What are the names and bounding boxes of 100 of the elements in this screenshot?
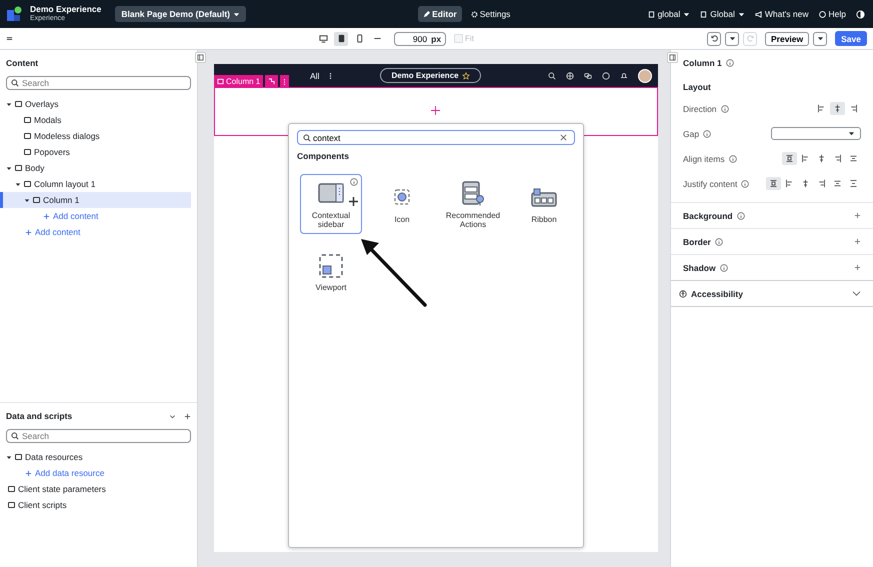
panel-title: Data and scripts [6, 411, 74, 421]
layout-icon [817, 104, 826, 113]
info-icon [350, 178, 358, 186]
plus-icon [25, 470, 32, 476]
panel-title: Content [6, 58, 40, 68]
fit-label: Fit [465, 34, 474, 43]
close-icon[interactable] [560, 134, 567, 141]
bell-icon[interactable] [620, 72, 628, 80]
component-icon [24, 149, 31, 155]
section-heading: Layout [682, 81, 712, 94]
move-cursor-icon [349, 197, 358, 206]
component-icon [15, 101, 22, 107]
pencil-icon [423, 10, 430, 18]
layout-icon [801, 154, 810, 163]
info-icon [703, 130, 712, 138]
caret-icon [24, 196, 30, 204]
direction-option[interactable] [830, 102, 845, 115]
globe-icon[interactable] [566, 72, 574, 80]
history-dropdown[interactable] [725, 32, 739, 46]
caret-icon [738, 10, 745, 18]
menu-icon[interactable] [6, 35, 13, 42]
component-icon [8, 486, 15, 492]
tree-item[interactable]: Add content [0, 224, 191, 240]
alignment-option[interactable] [782, 152, 797, 165]
scope-dropdown[interactable]: Global [700, 9, 745, 19]
plus-icon [43, 212, 50, 220]
tree-item[interactable]: Modeless dialogs [0, 128, 191, 144]
column-icon [217, 78, 224, 85]
caret-icon [848, 130, 855, 137]
desktop-icon [318, 34, 328, 43]
preview-button[interactable]: Preview [765, 32, 810, 46]
tree-item[interactable]: Add data resource [0, 465, 191, 481]
info-icon [728, 154, 737, 162]
caret-icon [6, 164, 12, 172]
search-icon[interactable] [548, 72, 556, 80]
plus-icon[interactable] [854, 212, 861, 219]
plus-icon [25, 228, 32, 236]
plus-icon[interactable] [184, 412, 191, 420]
tree-item[interactable]: Modals [0, 112, 191, 128]
whats-new-link[interactable]: What's new [754, 9, 809, 19]
scope-dropdown[interactable]: global [648, 9, 690, 19]
contrast-icon[interactable] [856, 10, 865, 18]
mode-tab[interactable]: Editor [418, 6, 462, 22]
layout-icon [849, 104, 858, 113]
undo-button[interactable] [707, 32, 721, 46]
tree-item[interactable]: Client scripts [0, 497, 191, 513]
layout-icon [849, 154, 858, 163]
plus-icon[interactable] [854, 264, 861, 271]
tree-item[interactable]: Add content [0, 208, 191, 224]
more-icon[interactable] [329, 72, 332, 80]
tree-item[interactable]: Overlays [0, 96, 191, 112]
tree-item[interactable]: Column 1 [0, 192, 191, 208]
layout-icon [833, 179, 842, 188]
more-button[interactable] [280, 75, 290, 88]
search-field[interactable]: Search [6, 76, 191, 90]
search-field[interactable]: Search [6, 429, 191, 443]
section-heading: Components [297, 151, 350, 161]
viewport-component-icon [317, 252, 345, 280]
help-link[interactable]: Help [818, 9, 846, 19]
chevron-icon[interactable] [169, 412, 176, 420]
tree-item[interactable]: Data resources [0, 449, 191, 465]
chat-icon[interactable] [584, 72, 592, 80]
component-icon [15, 165, 22, 171]
alignment-option[interactable] [766, 177, 781, 190]
all-menu[interactable]: All [310, 70, 320, 80]
mode-tab[interactable]: Settings [466, 6, 516, 22]
device-button[interactable] [334, 32, 348, 46]
component-icon [24, 133, 31, 139]
preview-dropdown[interactable] [813, 32, 828, 46]
unit-label: px [431, 34, 442, 44]
column-tag[interactable]: Column 1 [214, 75, 264, 88]
info-icon [741, 180, 750, 188]
layout-icon [801, 179, 810, 188]
tree-item[interactable]: Column layout 1 [0, 176, 191, 192]
more-icon [283, 78, 286, 86]
arrow-drawing [359, 237, 429, 309]
link-button[interactable] [265, 75, 278, 88]
search-field[interactable]: context [297, 130, 575, 145]
redo-icon [746, 35, 754, 42]
gap-dropdown[interactable] [771, 127, 861, 140]
collapse-panel-icon[interactable] [195, 52, 206, 63]
experience-pill[interactable]: Demo Experience [380, 68, 481, 83]
component-icon [24, 181, 31, 187]
avatar[interactable] [638, 68, 652, 82]
collapse-panel-icon[interactable] [667, 52, 678, 63]
add-icon[interactable] [431, 106, 440, 115]
component-tile[interactable]: Contextual sidebar [300, 174, 362, 234]
tree-item[interactable]: Popovers [0, 144, 191, 160]
page-dropdown[interactable]: Blank Page Demo (Default) [115, 6, 246, 22]
plus-icon[interactable] [854, 238, 861, 245]
info-icon [714, 238, 723, 246]
group-title: Border [683, 236, 711, 246]
tree-item[interactable]: Client state parameters [0, 481, 191, 497]
group-title: Accessibility [691, 288, 743, 298]
info-icon [720, 104, 729, 112]
save-button[interactable]: Save [835, 31, 867, 46]
chevron-icon[interactable] [852, 290, 861, 297]
group-title: Shadow [683, 262, 716, 272]
tree-item[interactable]: Body [0, 160, 191, 176]
layout-icon [785, 154, 794, 163]
